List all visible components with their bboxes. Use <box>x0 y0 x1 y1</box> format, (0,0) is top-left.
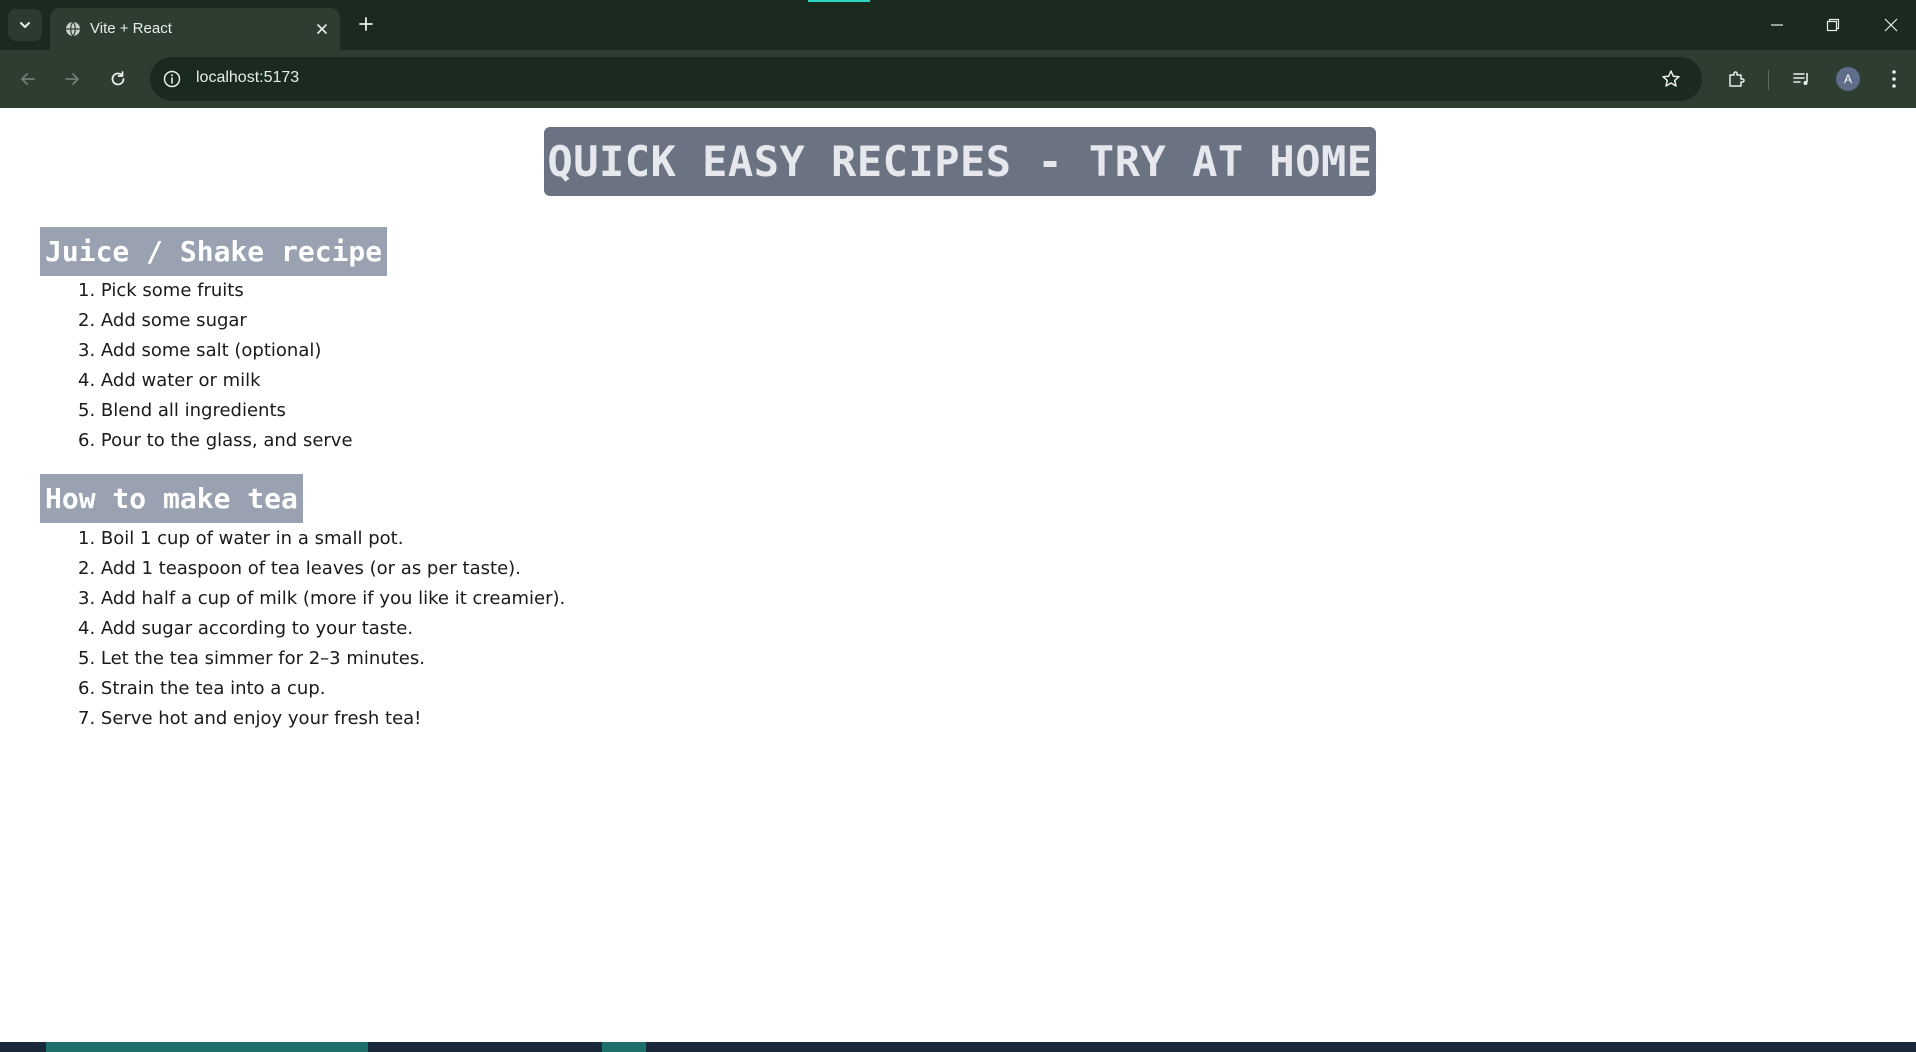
chevron-down-icon <box>20 22 30 28</box>
page-content: QUICK EASY RECIPES - TRY AT HOME Juice /… <box>0 108 1916 1042</box>
bookmark-star-icon[interactable] <box>1660 68 1682 90</box>
list-item: 7. Serve hot and enjoy your fresh tea! <box>78 708 422 729</box>
kebab-menu-icon <box>1892 70 1896 88</box>
back-button[interactable] <box>14 65 42 93</box>
extensions-button[interactable] <box>1722 65 1750 93</box>
list-item: 2. Add 1 teaspoon of tea leaves (or as p… <box>78 558 521 579</box>
list-item: 5. Let the tea simmer for 2–3 minutes. <box>78 648 425 669</box>
list-item: 1. Pick some fruits <box>78 280 244 301</box>
site-info-icon[interactable] <box>162 69 182 89</box>
juice-steps-list: 1. Pick some fruits 2. Add some sugar 3.… <box>78 276 353 456</box>
list-item: 3. Add half a cup of milk (more if you l… <box>78 588 566 609</box>
section-heading-tea: How to make tea <box>40 474 303 523</box>
browser-tab[interactable]: Vite + React <box>50 8 340 50</box>
globe-icon <box>64 20 82 38</box>
close-icon <box>1884 18 1898 32</box>
toolbar-separator <box>1768 70 1769 90</box>
profile-avatar[interactable]: A <box>1836 67 1860 91</box>
list-item: 4. Add sugar according to your taste. <box>78 618 414 639</box>
browser-toolbar: localhost:5173 A <box>0 50 1916 108</box>
playlist-icon <box>1793 73 1808 85</box>
browser-tab-strip: Vite + React <box>0 0 1916 50</box>
close-tab-icon[interactable] <box>312 19 332 39</box>
section-heading-juice: Juice / Shake recipe <box>40 227 388 276</box>
plus-icon <box>359 17 373 31</box>
reload-button[interactable] <box>104 65 132 93</box>
list-item: 5. Blend all ingredients <box>78 400 286 421</box>
url-text: localhost:5173 <box>196 69 300 86</box>
minimize-button[interactable] <box>1762 10 1792 40</box>
close-window-button[interactable] <box>1876 10 1906 40</box>
minimize-icon <box>1771 24 1783 26</box>
puzzle-icon <box>1729 71 1745 87</box>
tea-steps-list: 1. Boil 1 cup of water in a small pot. 2… <box>78 524 565 734</box>
media-controls-button[interactable] <box>1788 65 1816 93</box>
list-item: 6. Pour to the glass, and serve <box>78 430 353 451</box>
list-item: 6. Strain the tea into a cup. <box>78 678 326 699</box>
list-item: 2. Add some sugar <box>78 310 247 331</box>
menu-button[interactable] <box>1880 65 1908 93</box>
taskbar-segment <box>46 1042 368 1052</box>
taskbar-segment <box>602 1042 646 1052</box>
tab-search-button[interactable] <box>8 9 42 41</box>
tab-strip-accent <box>808 0 870 2</box>
tab-title: Vite + React <box>90 20 172 37</box>
restore-button[interactable] <box>1818 10 1848 40</box>
taskbar-edge <box>0 1042 1916 1052</box>
forward-button[interactable] <box>58 65 86 93</box>
reload-icon <box>111 71 125 86</box>
arrow-right-icon <box>65 73 79 85</box>
list-item: 3. Add some salt (optional) <box>78 340 322 361</box>
address-bar[interactable]: localhost:5173 <box>150 57 1702 101</box>
list-item: 4. Add water or milk <box>78 370 261 391</box>
arrow-left-icon <box>21 73 35 85</box>
new-tab-button[interactable] <box>354 12 378 36</box>
restore-icon <box>1826 18 1840 32</box>
page-title: QUICK EASY RECIPES - TRY AT HOME <box>544 127 1376 196</box>
list-item: 1. Boil 1 cup of water in a small pot. <box>78 528 404 549</box>
